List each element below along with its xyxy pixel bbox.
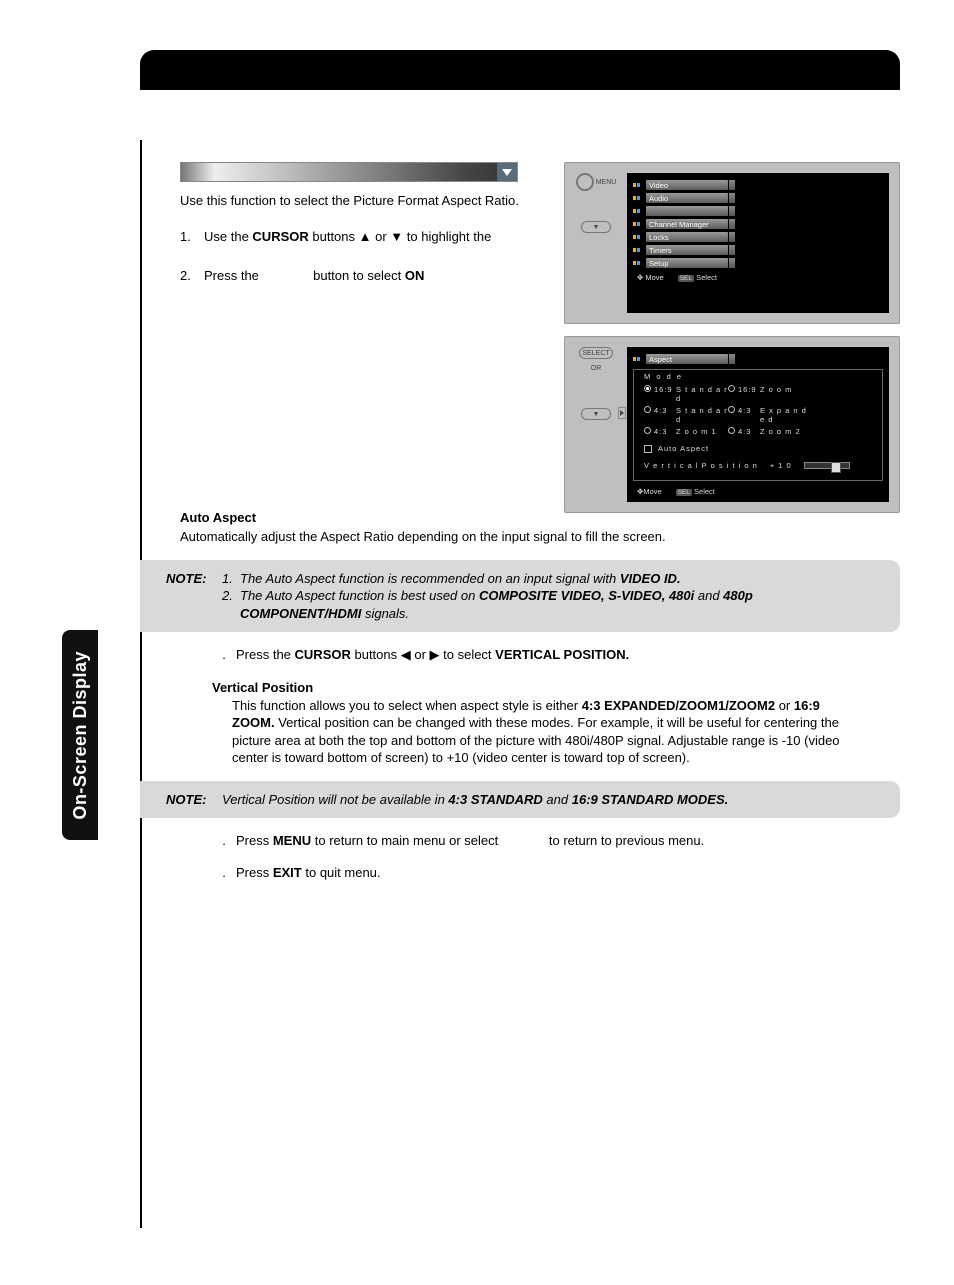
osd-panels: MENU ▼ Video Audio Channel Manager Locks…: [564, 162, 900, 525]
step-number: 2.: [180, 267, 204, 285]
remote-down-icon: ▼: [581, 408, 611, 420]
mode-label: M o d e: [644, 372, 876, 381]
menu-item: Channel Manager: [646, 219, 728, 229]
arrow-right-icon: [618, 407, 626, 419]
remote-select-icon: SELECT: [579, 347, 613, 359]
mode-box: M o d e 16:9S t a n d a r d 16:9Z o o m …: [633, 369, 883, 481]
menu-item: [646, 206, 728, 216]
step-text: Press the CURSOR buttons ◀ or ▶ to selec…: [236, 646, 629, 664]
slider-icon: [804, 462, 850, 469]
menu-item: Setup: [646, 258, 728, 268]
radio-icon: [728, 427, 735, 434]
note-label: NOTE:: [166, 791, 206, 809]
note-text: Vertical Position will not be available …: [222, 791, 870, 809]
vertical-position-value: + 1 0: [770, 461, 792, 470]
note-box: NOTE: 1. The Auto Aspect function is rec…: [140, 560, 900, 633]
osd-main-menu: MENU ▼ Video Audio Channel Manager Locks…: [564, 162, 900, 324]
auto-aspect-label: Auto Aspect: [658, 444, 709, 453]
menu-item: Locks: [646, 232, 728, 242]
remote-down-icon: ▼: [581, 221, 611, 233]
aspect-header: Aspect: [646, 354, 728, 364]
radio-icon: [644, 427, 651, 434]
step-text: Press the button to select ON: [204, 267, 520, 285]
radio-icon: [644, 406, 651, 413]
step-number: .: [212, 832, 236, 850]
radio-icon: [644, 385, 651, 392]
menu-label: MENU: [596, 179, 617, 186]
auto-aspect-text: Automatically adjust the Aspect Ratio de…: [180, 528, 840, 546]
step-text: Use the CURSOR buttons ▲ or ▼ to highlig…: [204, 228, 520, 246]
radio-icon: [728, 406, 735, 413]
auto-aspect-heading: Auto Aspect: [180, 510, 900, 525]
side-tab-label: On-Screen Display: [70, 651, 91, 820]
radio-icon: [728, 385, 735, 392]
or-label: OR: [591, 365, 602, 372]
intro-text: Use this function to select the Picture …: [180, 192, 520, 210]
step-number: .: [212, 864, 236, 882]
menu-item: Audio: [646, 193, 728, 203]
checkbox-icon: [644, 445, 652, 453]
step-number: .: [212, 646, 236, 664]
step-number: 1.: [180, 228, 204, 246]
step-text: Press EXIT to quit menu.: [236, 864, 381, 882]
remote-button-icon: [576, 173, 594, 191]
side-tab: On-Screen Display: [62, 630, 98, 840]
section-heading-bar: [180, 162, 518, 182]
chevron-down-icon: [497, 163, 517, 181]
tv-screen: Aspect M o d e 16:9S t a n d a r d 16:9Z…: [627, 347, 889, 502]
note-label: NOTE:: [166, 570, 206, 588]
vertical-position-text: This function allows you to select when …: [232, 697, 840, 767]
osd-aspect-menu: SELECT OR ▼ Aspect M o d e 16:9S t a n d…: [564, 336, 900, 513]
step-text: Press MENU to return to main menu or sel…: [236, 832, 704, 850]
page-header-bar: [140, 50, 900, 90]
tv-screen: Video Audio Channel Manager Locks Timers…: [627, 173, 889, 313]
menu-item: Video: [646, 180, 728, 190]
menu-item: Timers: [646, 245, 728, 255]
note-text: The Auto Aspect function is recommended …: [240, 570, 681, 588]
note-text: The Auto Aspect function is best used on…: [240, 587, 870, 622]
status-bar: ✥ Move SEL Select: [633, 273, 883, 282]
vertical-position-label: V e r t i c a l P o s i t i o n: [644, 461, 758, 470]
step-list: 1. Use the CURSOR buttons ▲ or ▼ to high…: [180, 228, 520, 285]
vertical-position-heading: Vertical Position: [212, 680, 900, 695]
note-box: NOTE: Vertical Position will not be avai…: [140, 781, 900, 819]
